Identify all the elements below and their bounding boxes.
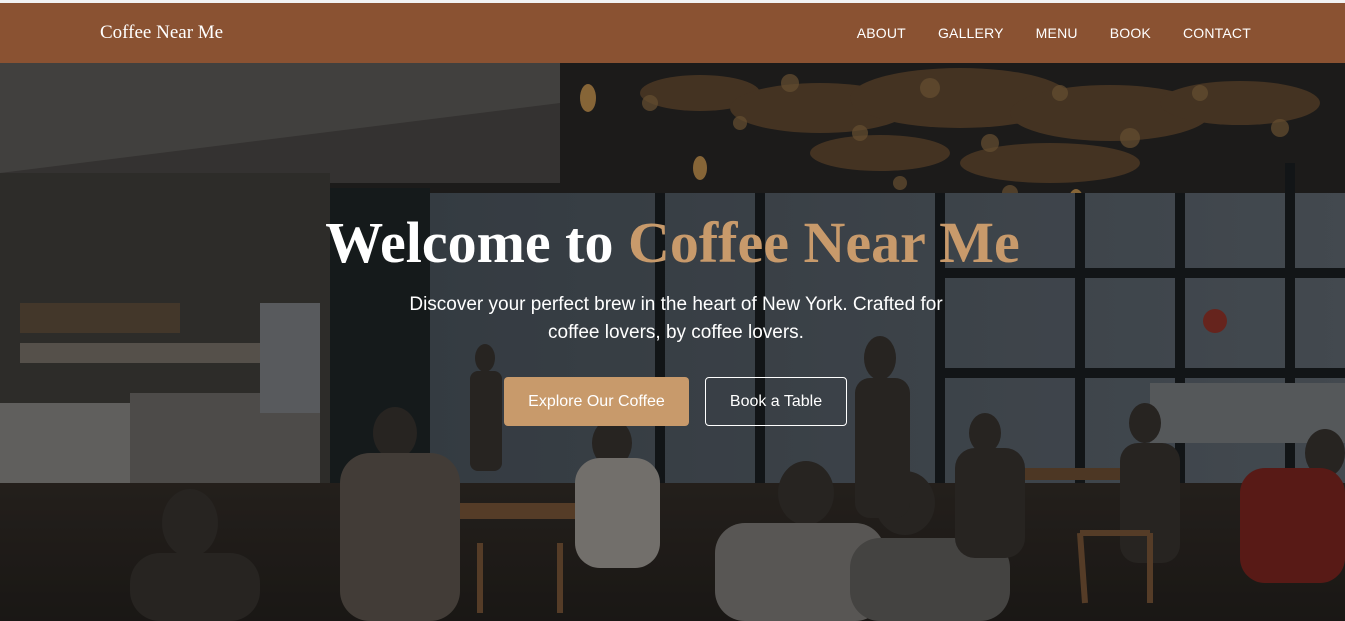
site-header: Coffee Near Me ABOUT GALLERY MENU BOOK C… — [0, 3, 1345, 63]
hero-title: Welcome to Coffee Near Me — [0, 211, 1345, 275]
hero-subtitle: Discover your perfect brew in the heart … — [409, 294, 943, 343]
nav-link-menu[interactable]: MENU — [1036, 25, 1078, 41]
main-nav: ABOUT GALLERY MENU BOOK CONTACT — [857, 25, 1251, 41]
nav-link-contact[interactable]: CONTACT — [1183, 25, 1251, 41]
nav-link-book[interactable]: BOOK — [1110, 25, 1151, 41]
hero-section: Welcome to Coffee Near Me Discover your … — [0, 63, 1345, 621]
nav-link-gallery[interactable]: GALLERY — [938, 25, 1004, 41]
nav-link-about[interactable]: ABOUT — [857, 25, 906, 41]
explore-coffee-button[interactable]: Explore Our Coffee — [504, 377, 689, 426]
hero-title-prefix: Welcome to — [325, 210, 614, 275]
book-table-button[interactable]: Book a Table — [705, 377, 847, 426]
brand-logo[interactable]: Coffee Near Me — [100, 22, 223, 44]
hero-title-accent: Coffee Near Me — [627, 210, 1020, 275]
